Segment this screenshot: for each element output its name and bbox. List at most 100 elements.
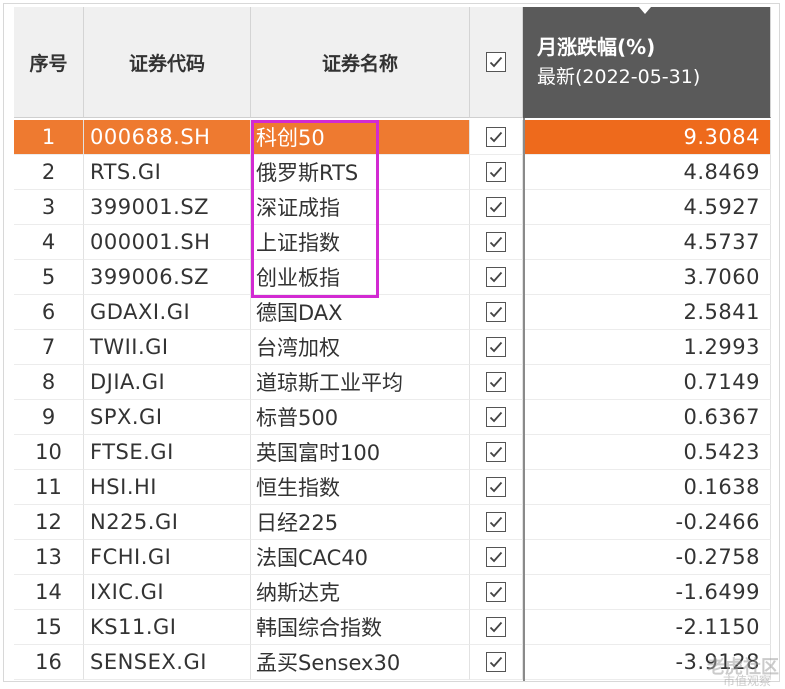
monthly-change-value: 2.5841 <box>523 295 771 330</box>
checkmark-icon <box>489 306 503 318</box>
row-select-cell <box>470 155 523 190</box>
security-name: 科创50 <box>251 120 470 155</box>
row-checkbox[interactable] <box>486 302 506 322</box>
monthly-change-value: 0.5423 <box>523 435 771 470</box>
col-header-select-all[interactable] <box>470 7 523 118</box>
monthly-change-title: 月涨跌幅(%) <box>537 35 656 59</box>
row-index: 7 <box>14 330 84 365</box>
table-row[interactable]: 6 GDAXI.GI 德国DAX 2.5841 <box>14 295 771 330</box>
row-checkbox[interactable] <box>486 372 506 392</box>
table-row[interactable]: 15 KS11.GI 韩国综合指数 -2.1150 <box>14 610 771 645</box>
table-row[interactable]: 4 000001.SH 上证指数 4.5737 <box>14 225 771 260</box>
security-name: 深证成指 <box>251 190 470 225</box>
checkmark-icon <box>489 236 503 248</box>
row-index: 2 <box>14 155 84 190</box>
table-row[interactable]: 13 FCHI.GI 法国CAC40 -0.2758 <box>14 540 771 575</box>
security-code: DJIA.GI <box>84 365 251 400</box>
row-index: 8 <box>14 365 84 400</box>
table-row[interactable]: 16 SENSEX.GI 孟买Sensex30 -3.9128 <box>14 645 771 680</box>
security-name: 标普500 <box>251 400 470 435</box>
monthly-change-value: 4.5737 <box>523 225 771 260</box>
row-select-cell <box>470 330 523 365</box>
monthly-change-value: -0.2466 <box>523 505 771 540</box>
col-header-code[interactable]: 证券代码 <box>84 7 251 118</box>
select-all-checkbox[interactable] <box>486 52 506 72</box>
row-checkbox[interactable] <box>486 127 506 147</box>
monthly-change-date: 最新(2022-05-31) <box>537 66 701 88</box>
checkmark-icon <box>489 586 503 598</box>
security-name: 德国DAX <box>251 295 470 330</box>
security-code: FCHI.GI <box>84 540 251 575</box>
column-divider <box>523 118 525 681</box>
table-row[interactable]: 8 DJIA.GI 道琼斯工业平均 0.7149 <box>14 365 771 400</box>
row-index: 4 <box>14 225 84 260</box>
row-checkbox[interactable] <box>486 512 506 532</box>
row-index: 9 <box>14 400 84 435</box>
table-row[interactable]: 1 000688.SH 科创50 9.3084 <box>14 120 771 155</box>
security-code: KS11.GI <box>84 610 251 645</box>
table-row[interactable]: 14 IXIC.GI 纳斯达克 -1.6499 <box>14 575 771 610</box>
checkmark-icon <box>489 341 503 353</box>
row-index: 10 <box>14 435 84 470</box>
monthly-change-value: -2.1150 <box>523 610 771 645</box>
col-header-monthly-change[interactable]: 月涨跌幅(%) 最新(2022-05-31) <box>523 7 771 118</box>
checkmark-icon <box>489 376 503 388</box>
row-checkbox[interactable] <box>486 582 506 602</box>
col-header-name[interactable]: 证券名称 <box>251 7 470 118</box>
checkmark-icon <box>489 411 503 423</box>
checkmark-icon <box>489 551 503 563</box>
monthly-change-value: 4.5927 <box>523 190 771 225</box>
row-select-cell <box>470 225 523 260</box>
row-select-cell <box>470 540 523 575</box>
security-name: 上证指数 <box>251 225 470 260</box>
col-header-index[interactable]: 序号 <box>14 7 84 118</box>
monthly-change-value: 0.6367 <box>523 400 771 435</box>
row-index: 1 <box>14 120 84 155</box>
table-row[interactable]: 11 HSI.HI 恒生指数 0.1638 <box>14 470 771 505</box>
row-index: 16 <box>14 645 84 680</box>
checkmark-icon <box>489 621 503 633</box>
checkmark-icon <box>489 201 503 213</box>
security-name: 韩国综合指数 <box>251 610 470 645</box>
security-code: RTS.GI <box>84 155 251 190</box>
row-checkbox[interactable] <box>486 477 506 497</box>
security-code: 399001.SZ <box>84 190 251 225</box>
table-row[interactable]: 12 N225.GI 日经225 -0.2466 <box>14 505 771 540</box>
monthly-change-value: 0.7149 <box>523 365 771 400</box>
sort-indicator-icon[interactable] <box>639 7 651 14</box>
table-row[interactable]: 9 SPX.GI 标普500 0.6367 <box>14 400 771 435</box>
row-checkbox[interactable] <box>486 652 506 672</box>
row-select-cell <box>470 295 523 330</box>
table-row[interactable]: 7 TWII.GI 台湾加权 1.2993 <box>14 330 771 365</box>
row-checkbox[interactable] <box>486 617 506 637</box>
row-checkbox[interactable] <box>486 547 506 567</box>
checkmark-icon <box>489 131 503 143</box>
row-index: 12 <box>14 505 84 540</box>
table-row[interactable]: 3 399001.SZ 深证成指 4.5927 <box>14 190 771 225</box>
row-select-cell <box>470 260 523 295</box>
table-row[interactable]: 2 RTS.GI 俄罗斯RTS 4.8469 <box>14 155 771 190</box>
row-checkbox[interactable] <box>486 442 506 462</box>
row-checkbox[interactable] <box>486 232 506 252</box>
row-select-cell <box>470 645 523 680</box>
row-checkbox[interactable] <box>486 407 506 427</box>
security-name: 纳斯达克 <box>251 575 470 610</box>
security-code: N225.GI <box>84 505 251 540</box>
checkmark-icon <box>489 656 503 668</box>
row-checkbox[interactable] <box>486 337 506 357</box>
table-row[interactable]: 10 FTSE.GI 英国富时100 0.5423 <box>14 435 771 470</box>
security-code: 000688.SH <box>84 120 251 155</box>
row-checkbox[interactable] <box>486 197 506 217</box>
row-select-cell <box>470 400 523 435</box>
row-select-cell <box>470 120 523 155</box>
security-name: 日经225 <box>251 505 470 540</box>
table-row[interactable]: 5 399006.SZ 创业板指 3.7060 <box>14 260 771 295</box>
row-checkbox[interactable] <box>486 267 506 287</box>
security-code: FTSE.GI <box>84 435 251 470</box>
row-index: 15 <box>14 610 84 645</box>
row-select-cell <box>470 365 523 400</box>
row-index: 13 <box>14 540 84 575</box>
row-checkbox[interactable] <box>486 162 506 182</box>
row-select-cell <box>470 470 523 505</box>
monthly-change-value: 0.1638 <box>523 470 771 505</box>
